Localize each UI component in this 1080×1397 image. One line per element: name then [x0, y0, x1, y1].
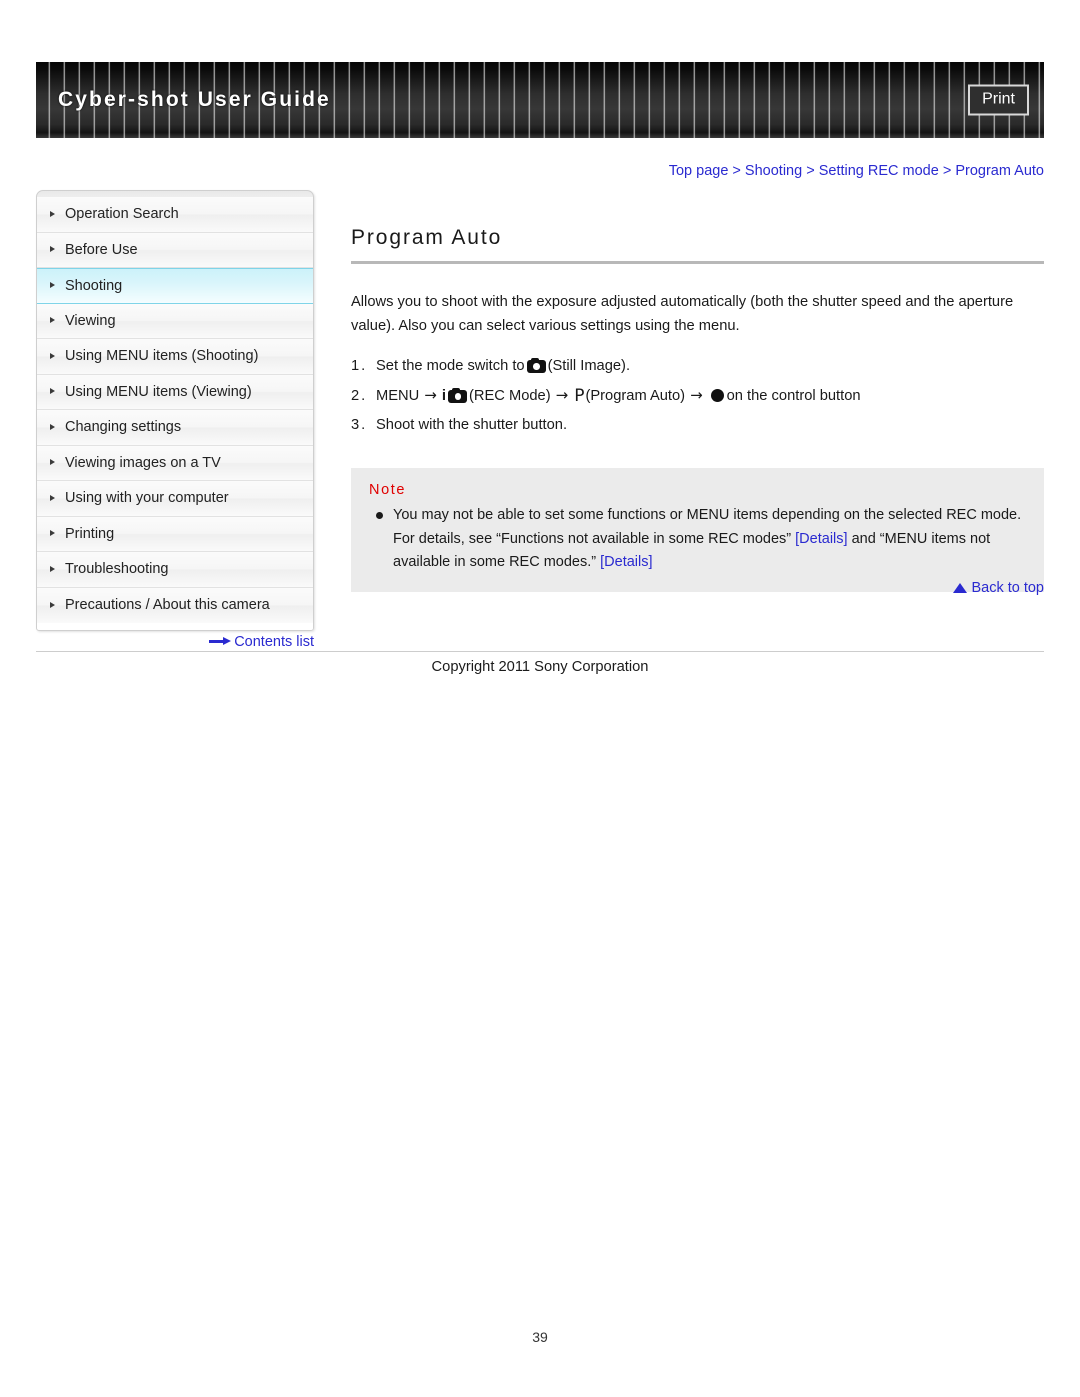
breadcrumb-item-program-auto[interactable]: Program Auto: [955, 163, 1044, 179]
rec-mode-label: (REC Mode): [469, 388, 551, 404]
sidebar-item-label: Shooting: [65, 278, 123, 294]
intro-paragraph: Allows you to shoot with the exposure ad…: [351, 294, 1014, 334]
main-content: Program Auto Allows you to shoot with th…: [351, 226, 1044, 592]
sidebar-item-label: Viewing: [65, 312, 116, 329]
step-text-after-icon: (Still Image).: [547, 358, 631, 374]
triangle-right-icon: [50, 565, 55, 572]
triangle-right-icon: [50, 246, 55, 253]
sidebar-item-label: Using with your computer: [65, 490, 229, 506]
filled-circle-icon: [710, 389, 724, 402]
sidebar-item-precautions-about-this-camera[interactable]: Precautions / About this camera: [37, 587, 313, 623]
steps-list: 1. Set the mode switch to (Still Image). 2…: [351, 352, 1044, 440]
sidebar-item-viewing[interactable]: Viewing: [37, 303, 313, 339]
sidebar-item-label: Before Use: [65, 241, 138, 258]
control-button-label: on the control button: [726, 388, 861, 404]
sidebar-item-label: Precautions / About this camera: [65, 596, 270, 613]
app-header-banner: Cyber-shot User Guide Print: [36, 62, 1044, 138]
arrow-right-icon: →: [424, 386, 437, 404]
arrow-right-icon: [209, 636, 232, 646]
program-auto-label: (Program Auto): [585, 388, 686, 404]
breadcrumb-separator: >: [942, 163, 952, 179]
sidebar-item-label: Troubleshooting: [65, 561, 169, 577]
page-title: Program Auto: [351, 226, 1044, 264]
sidebar-item-operation-search[interactable]: Operation Search: [37, 197, 313, 233]
sidebar-item-using-menu-items-viewing[interactable]: Using MENU items (Viewing): [37, 374, 313, 410]
breadcrumb-item-shooting[interactable]: Shooting: [745, 163, 802, 179]
back-to-top-label: Back to top: [971, 580, 1044, 596]
page-number: 39: [532, 1329, 548, 1345]
sidebar-item-before-use[interactable]: Before Use: [37, 232, 313, 268]
sidebar-item-label: Changing settings: [65, 419, 182, 435]
copyright-text: Copyright 2011 Sony Corporation: [431, 659, 649, 675]
triangle-right-icon: [50, 530, 55, 537]
step-number: 2.: [351, 388, 368, 404]
triangle-right-icon: [50, 494, 55, 501]
triangle-right-icon: [50, 388, 55, 395]
sidebar-item-troubleshooting[interactable]: Troubleshooting: [37, 552, 313, 588]
sidebar-item-using-menu-items-shooting[interactable]: Using MENU items (Shooting): [37, 339, 313, 375]
details-link-1[interactable]: [Details]: [795, 531, 847, 547]
triangle-up-icon: [953, 583, 968, 593]
footer-divider: [36, 651, 1044, 652]
arrow-right-icon: →: [690, 386, 703, 404]
details-link-2[interactable]: [Details]: [600, 554, 652, 570]
breadcrumb-separator: >: [732, 163, 741, 179]
sidebar-item-label: Viewing images on a TV: [65, 454, 221, 471]
note-body: You may not be able to set some function…: [369, 504, 1026, 575]
sidebar-item-changing-settings[interactable]: Changing settings: [37, 410, 313, 446]
step-number: 1.: [351, 358, 368, 374]
app-title: Cyber-shot User Guide: [58, 88, 331, 111]
sidebar-item-printing[interactable]: Printing: [37, 516, 313, 552]
sidebar-item-label: Printing: [65, 525, 115, 542]
step-text: Shoot with the shutter button.: [376, 417, 568, 433]
triangle-right-icon: [50, 423, 55, 430]
menu-label: MENU: [376, 388, 420, 404]
triangle-right-icon: [50, 459, 55, 466]
note-box: Note You may not be able to set some fun…: [351, 468, 1044, 592]
breadcrumb-item-top-page[interactable]: Top page: [669, 163, 729, 179]
sidebar-item-label: Using MENU items (Viewing): [65, 383, 252, 400]
step-2: 2. MENU → i (REC Mode) → P(Program Auto) → on th…: [351, 381, 1044, 411]
breadcrumb-item-setting-rec-mode[interactable]: Setting REC mode: [819, 163, 939, 179]
triangle-right-icon: [50, 210, 55, 217]
triangle-right-icon: [50, 317, 55, 324]
sidebar-item-label: Operation Search: [65, 206, 179, 222]
arrow-right-icon: →: [555, 386, 569, 404]
bullet-icon: [376, 512, 383, 519]
contents-list-label: Contents list: [234, 634, 314, 650]
step-text-before-icon: Set the mode switch to: [376, 358, 525, 374]
sidebar-item-viewing-images-on-a-tv[interactable]: Viewing images on a TV: [37, 445, 313, 481]
back-to-top-link[interactable]: Back to top: [351, 580, 1044, 596]
print-button[interactable]: Print: [968, 84, 1029, 116]
breadcrumb: Top page > Shooting > Setting REC mode >…: [0, 163, 1044, 179]
i-camera-icon: [448, 388, 467, 403]
step-3: 3. Shoot with the shutter button.: [351, 411, 1044, 440]
note-title: Note: [369, 482, 407, 498]
triangle-right-icon: [50, 282, 55, 289]
sidebar-item-using-with-your-computer[interactable]: Using with your computer: [37, 481, 313, 517]
triangle-right-icon: [50, 601, 55, 608]
p-mode-icon: P: [574, 386, 585, 406]
breadcrumb-separator: >: [806, 163, 815, 179]
i-glyph: i: [441, 387, 446, 404]
sidebar-item-shooting[interactable]: Shooting: [37, 268, 313, 304]
sidebar-nav: Operation Search Before Use Shooting Vie…: [36, 190, 314, 631]
contents-list-link[interactable]: Contents list: [36, 634, 314, 650]
sidebar-item-label: Using MENU items (Shooting): [65, 348, 259, 364]
camera-icon: [526, 358, 546, 373]
triangle-right-icon: [50, 352, 55, 359]
step-1: 1. Set the mode switch to (Still Image).: [351, 352, 1044, 381]
step-number: 3.: [351, 417, 368, 433]
